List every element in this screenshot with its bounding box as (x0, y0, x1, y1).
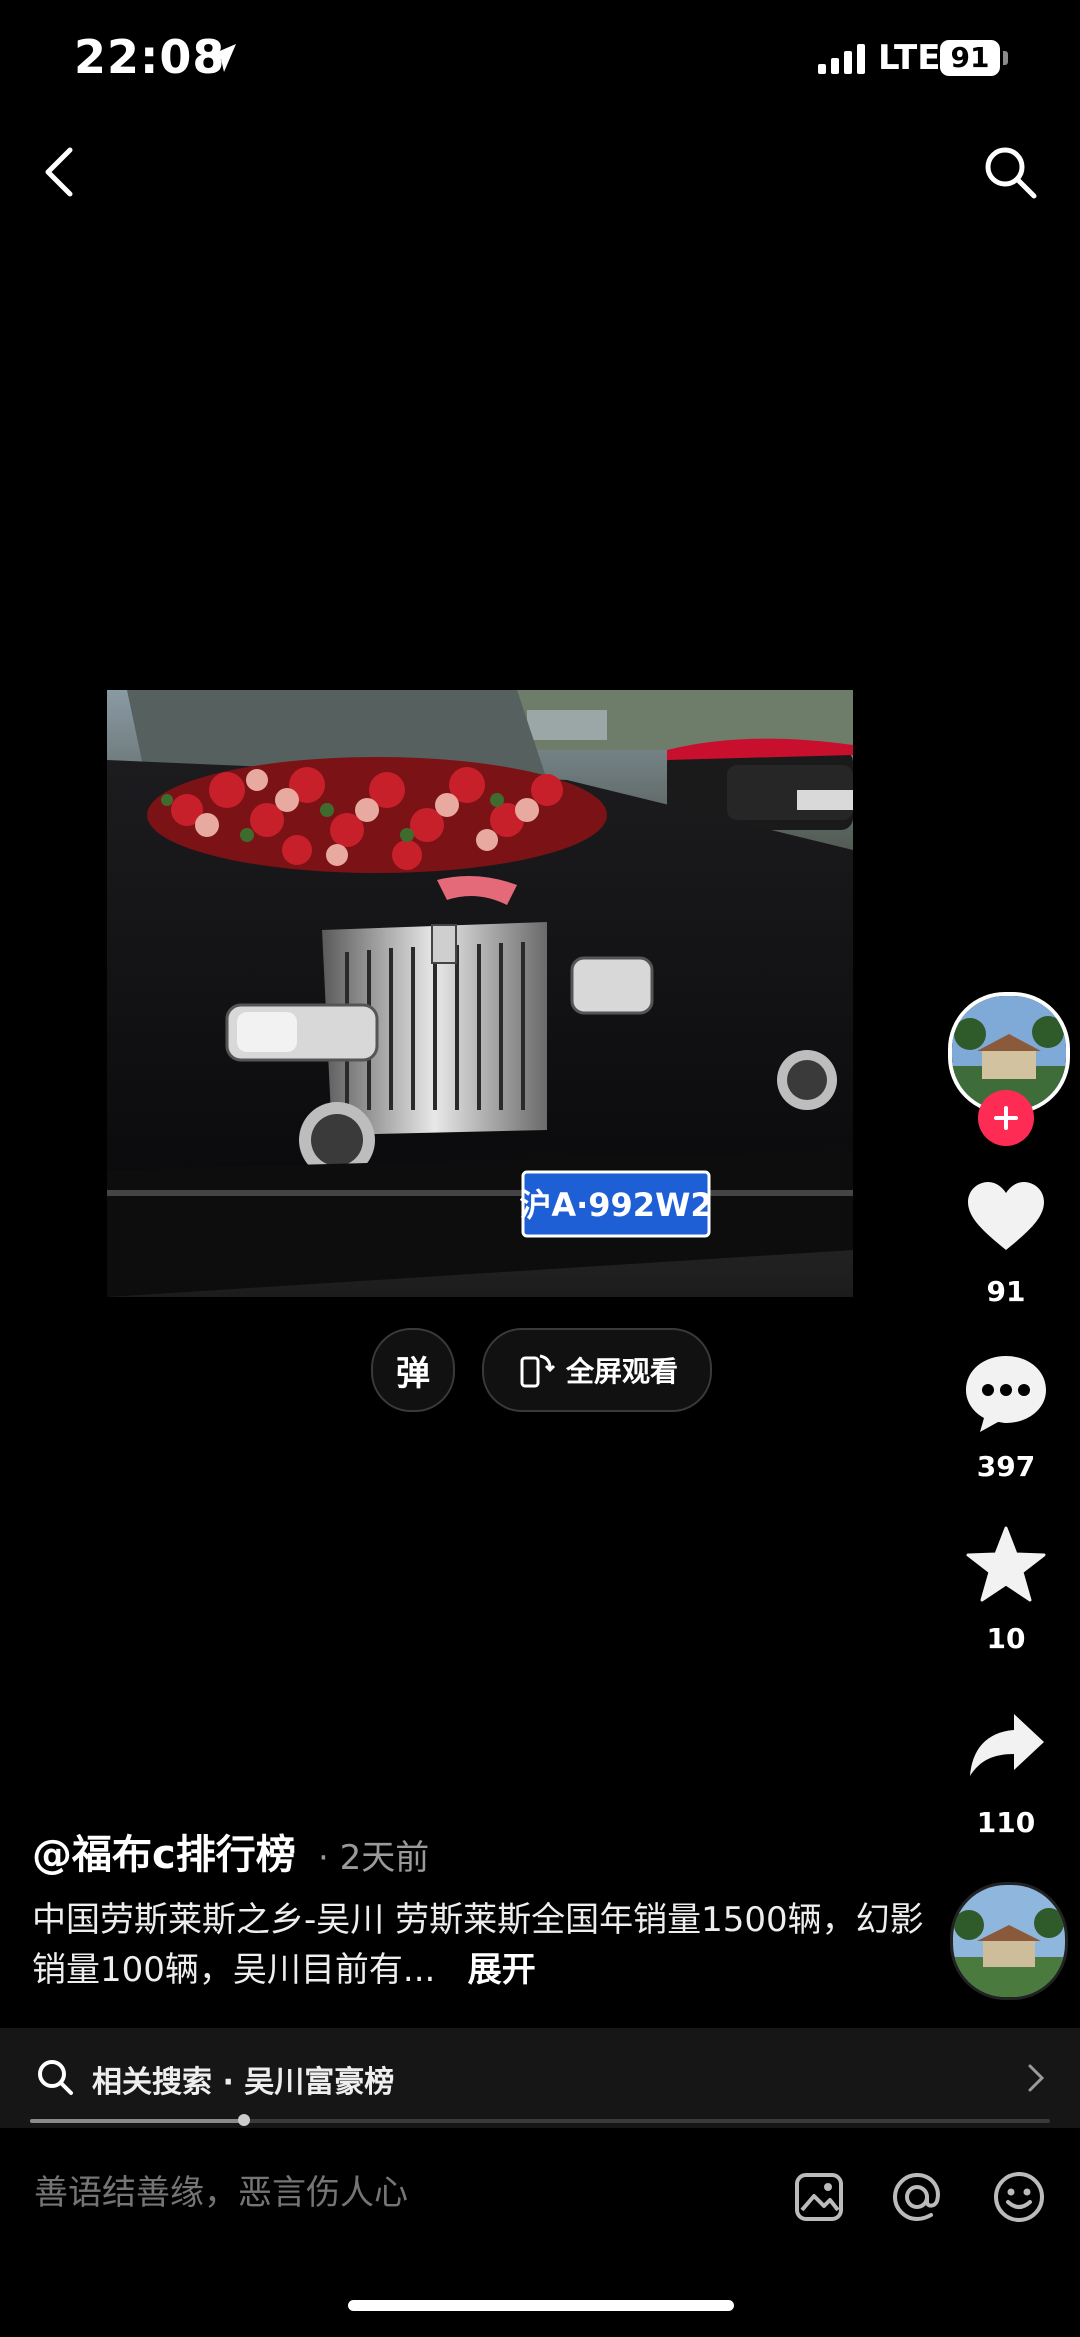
share-arrow-icon[interactable] (968, 1712, 1046, 1778)
video-player[interactable]: 沪A·992W2 (107, 690, 853, 1297)
like-heart-icon[interactable] (966, 1180, 1046, 1252)
license-plate: 沪A·992W2 (519, 1186, 712, 1224)
favorite-count: 10 (986, 1622, 1026, 1655)
related-search-text[interactable]: 相关搜索 · 吴川富豪榜 (92, 2057, 394, 2101)
battery-tip (1003, 51, 1008, 65)
search-button[interactable] (980, 142, 1040, 202)
danmu-toggle-button[interactable]: 弹 (371, 1328, 455, 1412)
author-name[interactable]: @福布c排行榜 (32, 1822, 296, 1880)
network-type: LTE (878, 38, 941, 78)
chevron-right-icon (1028, 2064, 1045, 2092)
signal-icon (818, 44, 865, 74)
post-time: · 2天前 (318, 1838, 430, 1878)
comment-input[interactable] (32, 2172, 736, 2214)
follow-button[interactable] (978, 1090, 1034, 1146)
video-progress-knob[interactable] (238, 2114, 250, 2126)
fullscreen-label: 全屏观看 (565, 1355, 678, 1388)
battery-indicator: 91 (940, 40, 1000, 76)
plus-icon (994, 1106, 1018, 1130)
mention-at-icon[interactable] (891, 2171, 943, 2223)
comment-count: 397 (976, 1450, 1036, 1483)
image-picker-icon[interactable] (794, 2172, 844, 2222)
back-button[interactable] (36, 142, 84, 202)
location-arrow-icon (208, 44, 236, 72)
expand-link[interactable]: 展开 (468, 1950, 536, 1990)
emoji-icon[interactable] (992, 2170, 1046, 2224)
share-count: 110 (976, 1806, 1036, 1839)
favorite-star-icon[interactable] (966, 1526, 1046, 1602)
video-frame-image: 沪A·992W2 (107, 690, 853, 1297)
music-disc[interactable] (950, 1882, 1068, 2000)
fullscreen-button[interactable]: 全屏观看 (482, 1328, 712, 1412)
rotate-phone-icon (520, 1354, 556, 1388)
video-progress-fill (30, 2119, 244, 2123)
status-time: 22:08 (74, 30, 226, 84)
home-indicator[interactable] (348, 2300, 734, 2311)
video-description: 中国劳斯莱斯之乡-吴川 劳斯莱斯全国年销量1500辆，幻影销量100辆，吴川目前… (32, 1895, 932, 1995)
search-icon (38, 2060, 73, 2095)
comment-bubble-icon[interactable] (964, 1354, 1048, 1434)
like-count: 91 (986, 1275, 1026, 1308)
